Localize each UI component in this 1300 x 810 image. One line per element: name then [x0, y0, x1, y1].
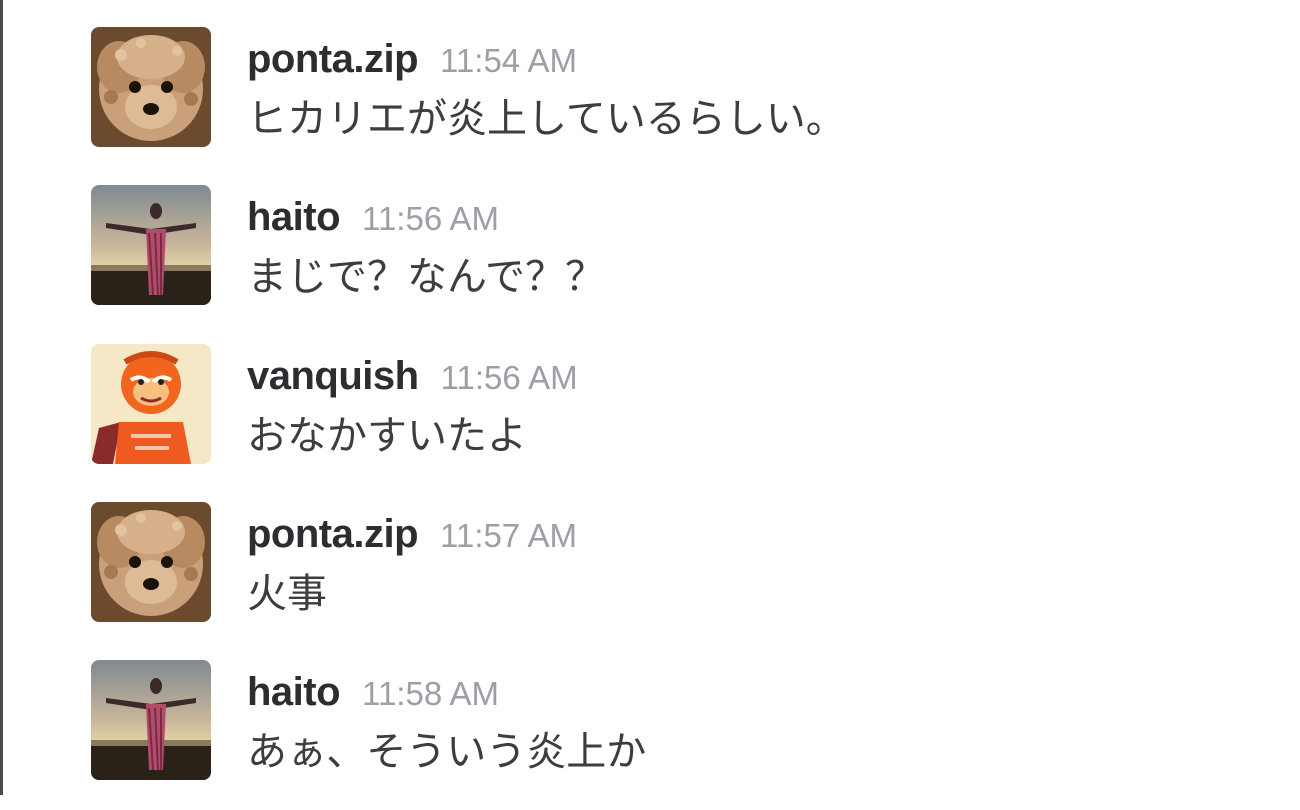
message-text: 火事: [247, 571, 327, 617]
message-timestamp[interactable]: 11:57 AM: [440, 517, 577, 554]
message-author[interactable]: ponta.zip: [247, 37, 419, 81]
message-text: おなかすいたよ: [247, 413, 527, 459]
message-item: haito 11:56 AM まじで？なんで？？: [0, 185, 1300, 335]
message-item: haito 11:58 AM あぁ、そういう炎上か: [0, 660, 1300, 810]
message-item: vanquish 11:56 AM おなかすいたよ: [0, 344, 1300, 494]
message-timestamp[interactable]: 11:56 AM: [441, 359, 578, 396]
message-text: あぁ、そういう炎上か: [247, 729, 647, 775]
message-timestamp[interactable]: 11:58 AM: [362, 675, 499, 712]
message-author[interactable]: vanquish: [247, 354, 419, 398]
message-timestamp[interactable]: 11:56 AM: [362, 200, 499, 237]
cartoon-hero-avatar[interactable]: [91, 344, 211, 464]
message-text: まじで？なんで？？: [247, 254, 605, 300]
message-text: ヒカリエが炎上しているらしい。: [247, 96, 846, 142]
person-outstretched-avatar[interactable]: [91, 185, 211, 305]
message-author[interactable]: haito: [247, 195, 341, 239]
person-outstretched-avatar[interactable]: [91, 660, 211, 780]
dog-avatar[interactable]: [91, 27, 211, 147]
message-author[interactable]: haito: [247, 670, 341, 714]
message-item: ponta.zip 11:54 AM ヒカリエが炎上しているらしい。: [0, 27, 1300, 177]
message-timestamp[interactable]: 11:54 AM: [440, 42, 577, 79]
dog-avatar[interactable]: [91, 502, 211, 622]
message-author[interactable]: ponta.zip: [247, 512, 419, 556]
message-item: ponta.zip 11:57 AM 火事: [0, 502, 1300, 652]
